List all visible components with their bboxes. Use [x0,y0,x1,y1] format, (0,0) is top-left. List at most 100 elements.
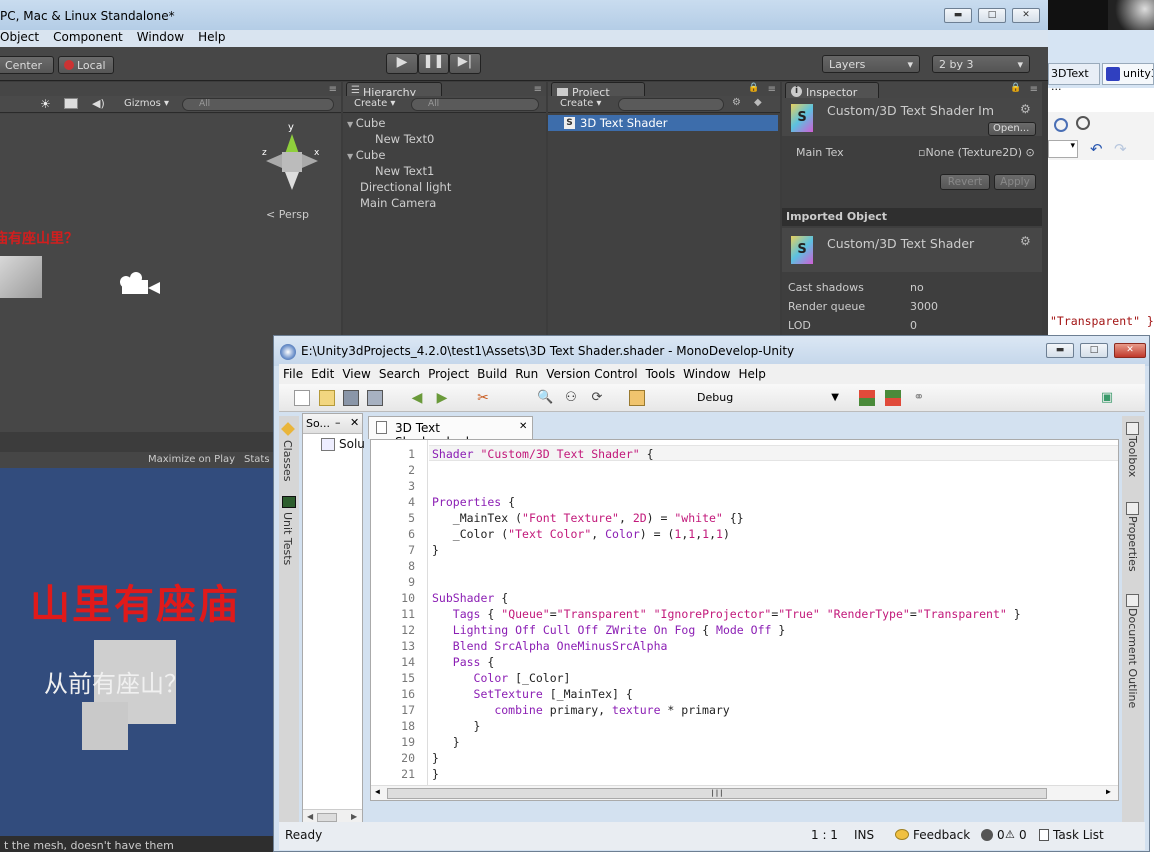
attach-icon[interactable]: ⚭ [911,390,927,406]
scene-gizmo[interactable]: y z x [258,122,328,202]
menu-view[interactable]: View [342,364,370,384]
maximize-button[interactable]: □ [1080,343,1108,358]
play-button[interactable]: ▶ [386,53,418,74]
undo-icon[interactable]: ◀ [409,390,425,406]
save-all-icon[interactable] [367,390,383,406]
solution-item[interactable]: Solu [321,437,365,451]
audio-icon[interactable]: ◀) [92,97,105,110]
panel-menu-icon[interactable]: ≡ [534,84,542,95]
tab-toolbox[interactable]: Toolbox [1126,436,1139,477]
menu-build[interactable]: Build [477,364,507,384]
redo-icon[interactable]: ▶ [434,390,450,406]
menu-file[interactable]: File [283,364,303,384]
hierarchy-item-main-camera[interactable]: Main Camera [343,195,546,211]
scroll-thumb[interactable]: ||| [387,788,1047,799]
feedback-button[interactable]: Feedback [895,828,970,842]
hierarchy-item-cube[interactable]: ▼ Cube [343,147,546,163]
maximize-on-play-toggle[interactable]: Maximize on Play [148,454,235,465]
menu-run[interactable]: Run [515,364,538,384]
settings-gear-icon[interactable]: ⚙ [1020,234,1031,248]
replace-icon[interactable]: ⟳ [589,390,605,406]
redo-icon[interactable]: ↷ [1114,140,1127,158]
hierarchy-item-cube[interactable]: ▼ Cube [343,115,546,131]
menu-version-control[interactable]: Version Control [546,364,637,384]
rebuild-icon[interactable] [885,390,901,406]
zoom-icon[interactable] [1076,116,1090,130]
config-dropdown[interactable]: Debug ▼ [691,389,843,407]
open-button[interactable]: Open... [988,122,1036,136]
menu-object[interactable]: Object [0,30,39,44]
pad-close-icon[interactable]: ✕ [350,416,359,429]
task-list-button[interactable]: Task List [1039,828,1104,842]
new-file-icon[interactable] [294,390,310,406]
hierarchy-create[interactable]: Create ▾ [354,98,395,109]
settings-gear-icon[interactable]: ⚙ [1020,102,1031,116]
menu-window[interactable]: Window [137,30,184,44]
panel-menu-icon[interactable]: ≡ [1030,84,1038,95]
code-editor[interactable]: 1 Shader "Custom/3D Text Shader" {2 3 4 Prop… [370,439,1119,801]
hierarchy-item-directional-light[interactable]: Directional light [343,179,546,195]
project-create[interactable]: Create ▾ [560,98,601,109]
layout-icon[interactable]: ▣ [1099,390,1115,406]
dropdown-field[interactable]: ▾ [1048,140,1078,158]
search-icon[interactable]: 🔍 [537,390,553,406]
scroll-left-icon[interactable]: ◀ [375,787,380,796]
pivot-local-button[interactable]: Local [58,56,114,74]
layers-dropdown[interactable]: Layers ▾ [822,55,920,73]
bg-tab-unity3[interactable]: unity3 [1102,63,1154,85]
pivot-center-button[interactable]: Center [0,56,54,74]
menu-project[interactable]: Project [428,364,469,384]
project-item-shader[interactable]: S 3D Text Shader [548,115,778,131]
tab-unit-tests[interactable]: Unit Tests [281,512,294,565]
close-tab-icon[interactable]: ✕ [519,421,527,432]
error-count[interactable]: 0 [981,828,1005,842]
panel-menu-icon[interactable]: ≡ [329,84,337,95]
menu-help[interactable]: Help [738,364,765,384]
minimize-button[interactable]: ▬ [1046,343,1074,358]
persp-label[interactable]: < Persp [266,208,309,221]
gizmos-dropdown[interactable]: Gizmos ▾ [124,98,169,109]
step-button[interactable]: ▶| [449,53,481,74]
lock-icon[interactable]: 🔒 [1010,83,1021,93]
image-icon[interactable] [64,98,78,109]
close-button[interactable]: ✕ [1114,343,1146,358]
clock-icon[interactable] [1054,118,1068,132]
apply-button[interactable]: Apply [994,174,1036,190]
tab-properties[interactable]: Properties [1126,516,1139,572]
hierarchy-item-newtext0[interactable]: New Text0 [343,131,546,147]
cut-icon[interactable]: ✂ [475,390,491,406]
binoculars-icon[interactable]: ⚇ [563,390,579,406]
menu-tools[interactable]: Tools [646,364,676,384]
stats-toggle[interactable]: Stats [244,454,270,465]
tab-classes[interactable]: Classes [281,440,294,481]
properties-icon[interactable] [629,390,645,406]
lighting-icon[interactable]: ☀ [40,97,51,111]
build-icon[interactable] [859,390,875,406]
tab-document-outline[interactable]: Document Outline [1126,608,1139,708]
bg-tab-3dtext[interactable]: 3DText ... [1048,63,1100,93]
save-icon[interactable] [343,390,359,406]
menu-search[interactable]: Search [379,364,420,384]
scroll-right-icon[interactable]: ▶ [1106,787,1111,796]
tab-3d-text-shader[interactable]: 3D Text Shader.shader ✕ [368,416,533,449]
hierarchy-search[interactable]: All [411,98,539,111]
pad-minimize-icon[interactable]: – [335,416,341,429]
minimize-button[interactable]: ▬ [944,8,972,23]
pause-button[interactable]: ❚❚ [418,53,449,74]
project-search[interactable] [618,98,724,111]
close-button[interactable]: ✕ [1012,8,1040,23]
maximize-button[interactable]: □ [978,8,1006,23]
main-tex-field[interactable]: ▫None (Texture2D) ⊙ [918,146,1035,159]
camera-icon[interactable] [118,272,160,296]
menu-component[interactable]: Component [53,30,123,44]
menu-help[interactable]: Help [198,30,225,44]
undo-icon[interactable]: ↶ [1090,140,1103,158]
code-hscrollbar[interactable]: ◀ ||| ▶ [371,785,1118,800]
layout-dropdown[interactable]: 2 by 3 ▾ [932,55,1030,73]
hierarchy-item-newtext1[interactable]: New Text1 [343,163,546,179]
revert-button[interactable]: Revert [940,174,990,190]
solution-tab[interactable]: So... [306,417,330,430]
lock-icon[interactable]: 🔒 [748,83,759,93]
scene-search[interactable]: All [182,98,334,111]
filter-label-icon[interactable]: ◆ [754,97,762,108]
